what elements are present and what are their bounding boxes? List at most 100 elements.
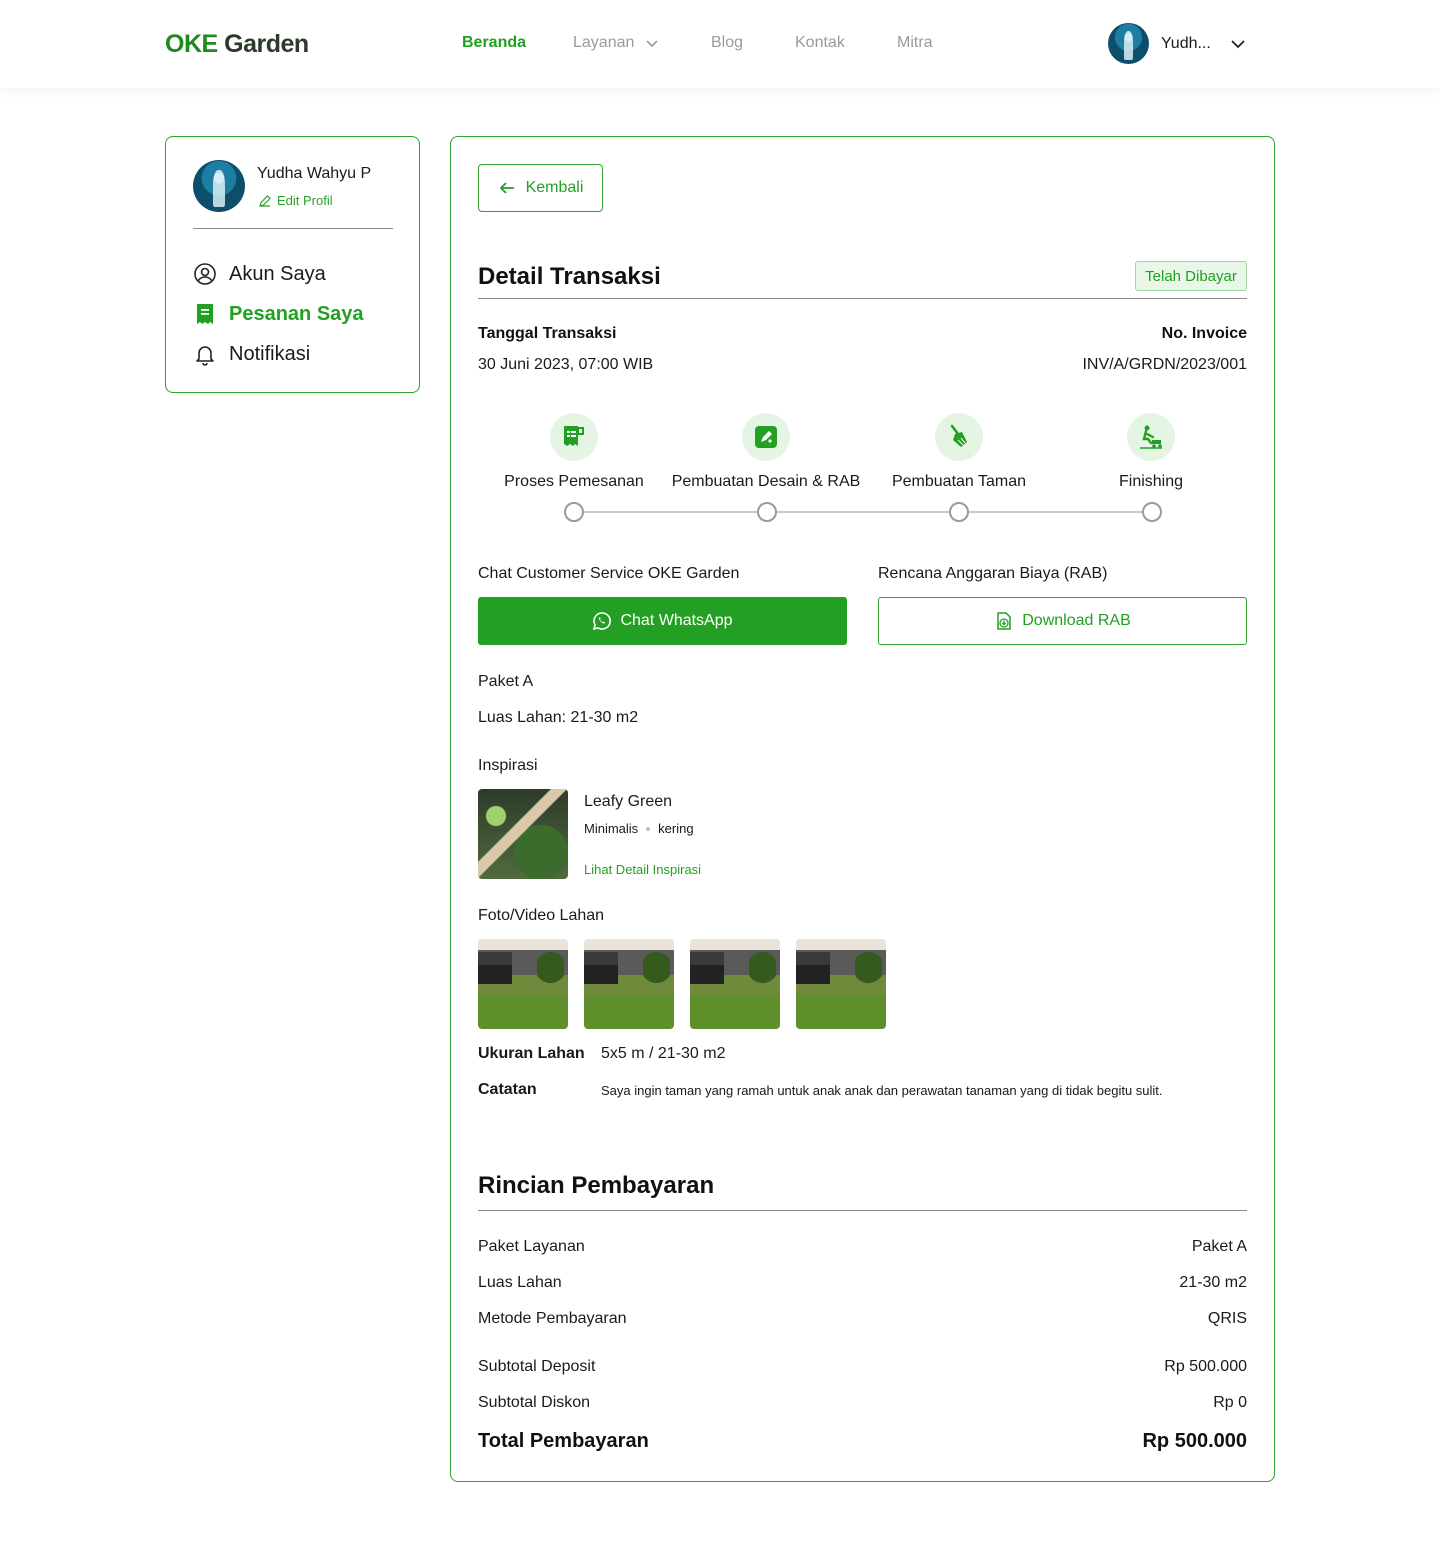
sidebar-item-notifikasi[interactable]: Notifikasi bbox=[193, 334, 364, 374]
profile-sidebar: Yudha Wahyu P Edit Profil Akun Saya Pesa… bbox=[165, 136, 420, 393]
nav-mitra[interactable]: Mitra bbox=[897, 34, 957, 52]
sidebar-divider bbox=[193, 228, 393, 229]
land-photo[interactable] bbox=[690, 939, 780, 1029]
page-title: Detail Transaksi bbox=[478, 263, 661, 290]
inspiration-tags: Minimalis kering bbox=[584, 821, 694, 836]
payment-row-label: Metode Pembayaran bbox=[478, 1310, 627, 1327]
payment-row: Luas Lahan 21-30 m2 bbox=[478, 1274, 1247, 1292]
payment-row: Subtotal Diskon Rp 0 bbox=[478, 1394, 1247, 1412]
payment-row-label: Paket Layanan bbox=[478, 1238, 585, 1255]
photos-label: Foto/Video Lahan bbox=[478, 907, 605, 924]
title-divider bbox=[478, 298, 1247, 299]
sidebar-item-label: Notifikasi bbox=[229, 342, 311, 365]
step-label: Proses Pemesanan bbox=[504, 473, 644, 490]
status-badge: Telah Dibayar bbox=[1135, 261, 1247, 291]
inspiration-tag: Minimalis bbox=[584, 821, 639, 836]
download-rab-button[interactable]: Download RAB bbox=[878, 597, 1247, 645]
step-finishing: Finishing bbox=[1061, 413, 1241, 491]
arrow-left-icon bbox=[498, 179, 516, 197]
inspiration-tag: kering bbox=[658, 821, 694, 836]
land-photo[interactable] bbox=[478, 939, 568, 1029]
payment-total-label: Total Pembayaran bbox=[478, 1430, 649, 1452]
step-desain-rab: Pembuatan Desain & RAB bbox=[672, 413, 860, 491]
design-icon bbox=[742, 413, 790, 461]
payment-row: Paket Layanan Paket A bbox=[478, 1238, 1247, 1256]
notes-label: Catatan bbox=[478, 1081, 537, 1098]
transaction-detail-card: Kembali Detail Transaksi Telah Dibayar T… bbox=[450, 136, 1275, 1482]
profile-name: Yudha Wahyu P bbox=[257, 165, 372, 182]
user-menu[interactable]: Yudh... bbox=[1108, 23, 1247, 64]
size-label: Ukuran Lahan bbox=[478, 1045, 585, 1062]
logo-garden: Garden bbox=[224, 30, 309, 58]
receipt-icon bbox=[193, 302, 217, 326]
chat-whatsapp-button[interactable]: Chat WhatsApp bbox=[478, 597, 847, 645]
edit-profile-link[interactable]: Edit Profil bbox=[258, 193, 333, 208]
step-proses-pemesanan: Proses Pemesanan bbox=[484, 413, 664, 491]
inspiration-thumbnail bbox=[478, 789, 568, 879]
land-photo[interactable] bbox=[584, 939, 674, 1029]
order-icon bbox=[550, 413, 598, 461]
date-label: Tanggal Transaksi bbox=[478, 325, 617, 342]
payment-row: Metode Pembayaran QRIS bbox=[478, 1310, 1247, 1328]
whatsapp-icon bbox=[592, 611, 612, 631]
logo-oke: OKE bbox=[165, 30, 218, 58]
rab-label: Rencana Anggaran Biaya (RAB) bbox=[878, 565, 1108, 582]
invoice-value: INV/A/GRDN/2023/001 bbox=[1082, 356, 1247, 373]
payment-total: Total Pembayaran Rp 500.000 bbox=[478, 1430, 1247, 1453]
notes-value: Saya ingin taman yang ramah untuk anak a… bbox=[601, 1083, 1163, 1098]
step-label: Pembuatan Taman bbox=[891, 473, 1026, 490]
payment-row-label: Subtotal Diskon bbox=[478, 1394, 591, 1411]
payment-row-label: Luas Lahan bbox=[478, 1274, 562, 1291]
back-button[interactable]: Kembali bbox=[478, 164, 603, 212]
date-value: 30 Juni 2023, 07:00 WIB bbox=[478, 356, 654, 373]
payment-divider bbox=[478, 1210, 1247, 1211]
sidebar-item-akun-saya[interactable]: Akun Saya bbox=[193, 254, 364, 294]
payment-row-label: Subtotal Deposit bbox=[478, 1358, 596, 1375]
user-circle-icon bbox=[193, 262, 217, 286]
chevron-down-icon bbox=[644, 35, 660, 51]
inspiration-name: Leafy Green bbox=[584, 793, 673, 810]
nav-beranda[interactable]: Beranda bbox=[462, 34, 573, 52]
broom-icon bbox=[935, 413, 983, 461]
nav-blog[interactable]: Blog bbox=[711, 34, 795, 52]
size-value: 5x5 m / 21-30 m2 bbox=[601, 1045, 726, 1062]
main-nav: Beranda Layanan Blog Kontak Mitra bbox=[462, 34, 957, 52]
download-rab-label: Download RAB bbox=[1022, 612, 1131, 629]
step-label: Pembuatan Desain & RAB bbox=[671, 473, 861, 490]
bell-icon bbox=[193, 342, 217, 366]
payment-row-value: Rp 500.000 bbox=[1164, 1358, 1247, 1375]
chat-whatsapp-label: Chat WhatsApp bbox=[620, 612, 733, 629]
payment-row-value: 21-30 m2 bbox=[1179, 1274, 1247, 1291]
avatar bbox=[193, 160, 245, 212]
dot-separator-icon bbox=[646, 826, 651, 831]
sidebar-menu: Akun Saya Pesanan Saya Notifikasi bbox=[193, 254, 364, 374]
sidebar-item-pesanan-saya[interactable]: Pesanan Saya bbox=[193, 294, 364, 334]
brand-logo[interactable]: OKE Garden bbox=[165, 30, 309, 59]
sidebar-item-label: Pesanan Saya bbox=[229, 302, 364, 325]
payment-row-value: Paket A bbox=[1191, 1238, 1247, 1255]
step-pembuatan-taman: Pembuatan Taman bbox=[869, 413, 1049, 491]
nav-kontak[interactable]: Kontak bbox=[795, 34, 897, 52]
back-button-label: Kembali bbox=[525, 179, 584, 196]
payment-row-value: Rp 0 bbox=[1213, 1394, 1247, 1411]
payment-row-value: QRIS bbox=[1207, 1310, 1247, 1327]
download-file-icon bbox=[994, 611, 1014, 631]
payment-total-value: Rp 500.000 bbox=[1142, 1430, 1247, 1452]
step-label: Finishing bbox=[1118, 473, 1184, 490]
invoice-label: No. Invoice bbox=[1161, 325, 1247, 342]
avatar bbox=[1108, 23, 1149, 64]
pencil-icon bbox=[258, 194, 272, 208]
payment-title: Rincian Pembayaran bbox=[478, 1172, 715, 1199]
nav-layanan-label: Layanan bbox=[573, 34, 635, 51]
step-dot bbox=[1142, 502, 1162, 522]
chat-label: Chat Customer Service OKE Garden bbox=[478, 565, 740, 582]
top-navbar: OKE Garden Beranda Layanan Blog Kontak M… bbox=[0, 0, 1440, 88]
inspiration-detail-link[interactable]: Lihat Detail Inspirasi bbox=[584, 862, 701, 877]
step-dot bbox=[949, 502, 969, 522]
payment-row: Subtotal Deposit Rp 500.000 bbox=[478, 1358, 1247, 1376]
progress-track bbox=[574, 511, 1152, 513]
land-photo[interactable] bbox=[796, 939, 886, 1029]
inspiration-label: Inspirasi bbox=[478, 757, 538, 774]
nav-layanan[interactable]: Layanan bbox=[573, 34, 711, 52]
user-name: Yudh... bbox=[1161, 34, 1211, 52]
